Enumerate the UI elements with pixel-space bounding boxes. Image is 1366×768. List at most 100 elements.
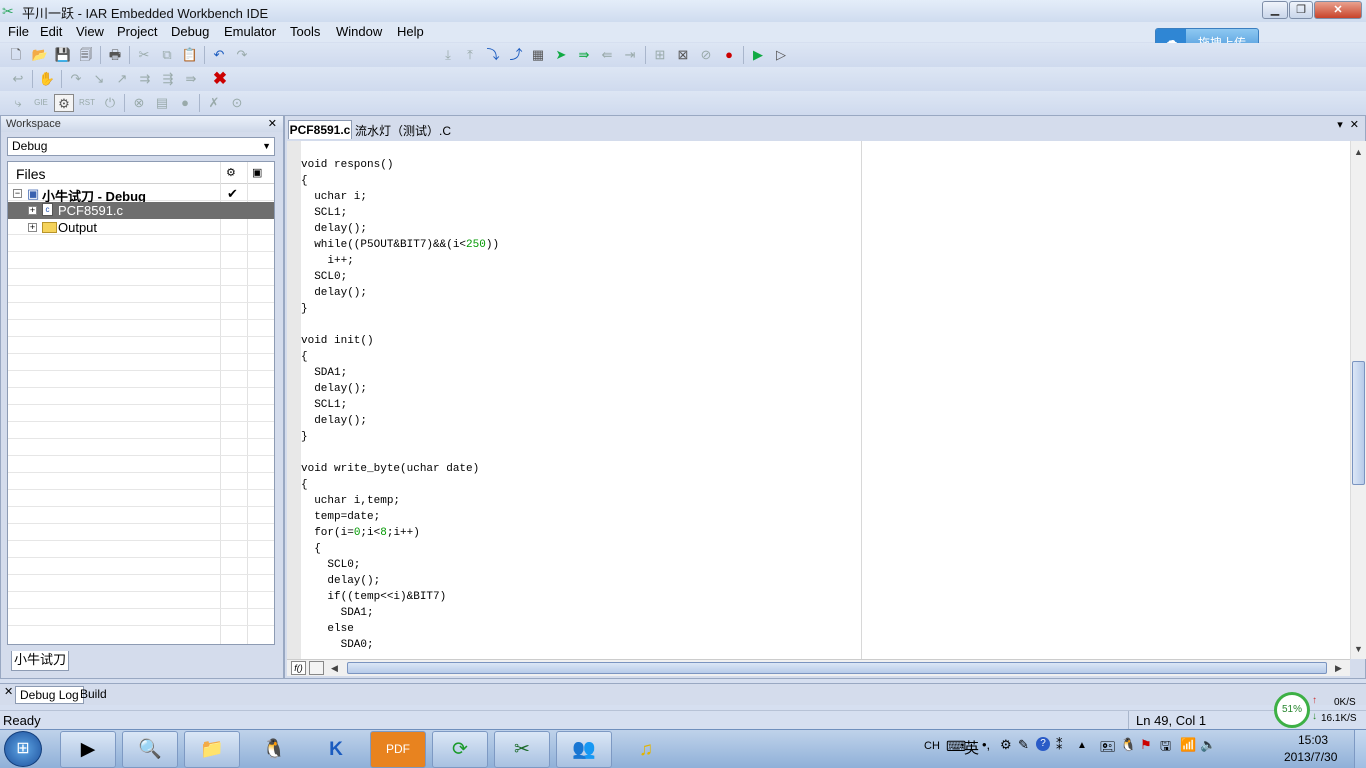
tab-build[interactable]: Build [80, 687, 107, 701]
code-line[interactable]: { [301, 349, 861, 365]
tab-pcf8591[interactable]: PCF8591.c [288, 120, 352, 139]
sequencer-icon[interactable]: ⊗ [129, 94, 149, 112]
music-icon[interactable]: ♫ [618, 731, 674, 768]
code-line[interactable]: for(i=0;i<8;i++) [301, 525, 861, 541]
scroll-down-icon[interactable]: ▼ [1354, 644, 1363, 654]
next-statement-icon[interactable]: ⇉ [135, 70, 155, 88]
close-icon[interactable]: ✕ [1350, 119, 1359, 131]
goto-bookmark-icon[interactable]: ⤒ [460, 46, 480, 64]
language-indicator[interactable]: CH [924, 740, 940, 752]
redo-icon[interactable]: ↷ [232, 46, 252, 64]
magnifier-icon[interactable]: 🔍 [122, 731, 178, 768]
code-line[interactable]: uchar i,temp; [301, 493, 861, 509]
menu-file[interactable]: File [8, 24, 29, 39]
gie-icon[interactable]: GIE [31, 94, 51, 112]
stop-debugging-icon[interactable]: ✖ [210, 70, 230, 88]
menu-tools[interactable]: Tools [290, 24, 320, 39]
print-icon[interactable]: 🖶 [105, 46, 125, 64]
tab-list-icon[interactable]: ▾ [1337, 119, 1343, 131]
code-line[interactable]: { [301, 173, 861, 189]
go-debug-icon[interactable]: ⇛ [181, 70, 201, 88]
reset-icon[interactable]: ↩ [8, 70, 28, 88]
make-icon[interactable]: ⊠ [673, 46, 693, 64]
close-icon[interactable]: ✕ [4, 685, 13, 698]
show-hidden-icons[interactable]: ▲ [1077, 740, 1087, 751]
clear-icon[interactable]: ✗ [204, 94, 224, 112]
scroll-left-icon[interactable]: ◀ [331, 663, 338, 674]
code-line[interactable]: void respons() [301, 157, 861, 173]
code-line[interactable]: void init() [301, 333, 861, 349]
code-line[interactable]: { [301, 541, 861, 557]
step-over-icon[interactable]: ↷ [66, 70, 86, 88]
next-icon[interactable]: ⇥ [620, 46, 640, 64]
step-into-icon[interactable]: ↘ [89, 70, 109, 88]
toggle-bookmark-icon[interactable]: ⤓ [438, 46, 458, 64]
code-line[interactable]: SCL1; [301, 205, 861, 221]
configuration-select[interactable]: Debug ▼ [7, 137, 275, 156]
settings-icon[interactable]: ⚙ [1000, 737, 1012, 753]
compile-icon[interactable]: ⊞ [650, 46, 670, 64]
code-line[interactable]: SDA1; [301, 365, 861, 381]
paste-icon[interactable]: 📋 [180, 46, 200, 64]
menu-help[interactable]: Help [397, 24, 424, 39]
horizontal-scroll-thumb[interactable] [347, 662, 1327, 674]
workspace-tab[interactable]: 小牛试刀 [11, 651, 69, 671]
pdf-icon[interactable]: PDF [370, 731, 426, 768]
minimize-button[interactable]: ▁ [1262, 1, 1288, 19]
code-line[interactable]: SDA0; [301, 637, 861, 653]
vertical-scroll-thumb[interactable] [1352, 361, 1365, 485]
code-line[interactable]: { [301, 477, 861, 493]
ime-tools-icon[interactable]: ✎ [1018, 737, 1029, 753]
volume-icon[interactable]: 🔈 [1200, 737, 1216, 753]
code-line[interactable]: i++; [301, 253, 861, 269]
menu-emulator[interactable]: Emulator [224, 24, 276, 39]
contacts-icon[interactable]: 👥 [556, 731, 612, 768]
menu-edit[interactable]: Edit [40, 24, 62, 39]
debug-without-download-icon[interactable]: ▷ [771, 46, 791, 64]
step-out-icon[interactable]: ↗ [112, 70, 132, 88]
clock-date[interactable]: 2013/7/30 [1284, 750, 1337, 764]
iar-app-icon[interactable]: ✂ [2, 3, 18, 19]
breakpoint-icon[interactable]: ● [175, 94, 195, 112]
code-line[interactable] [301, 445, 861, 461]
undo-icon[interactable]: ↶ [209, 46, 229, 64]
code-line[interactable]: } [301, 301, 861, 317]
go-icon[interactable]: ➤ [551, 46, 571, 64]
folder-row-output[interactable]: + Output [8, 219, 274, 236]
function-list-button[interactable]: f() [291, 661, 306, 675]
save-icon[interactable]: 💾 [53, 46, 73, 64]
network-icon[interactable]: 📶 [1180, 737, 1196, 753]
punctuation-icon[interactable]: •, [982, 737, 990, 752]
copy-icon[interactable]: ⧉ [157, 46, 177, 64]
toggle-breakpoint-icon[interactable]: ● [719, 46, 739, 64]
menu-project[interactable]: Project [117, 24, 157, 39]
new-file-icon[interactable]: 🗋 [6, 46, 26, 64]
clock-time[interactable]: 15:03 [1298, 733, 1328, 747]
run-to-cursor-icon[interactable]: ⇶ [158, 70, 178, 88]
refresh-icon[interactable]: ⟳ [432, 731, 488, 768]
code-line[interactable]: while((P5OUT&BIT7)&&(i<250)) [301, 237, 861, 253]
kuwo-icon[interactable]: K [308, 731, 364, 768]
close-icon[interactable]: ✕ [268, 116, 277, 132]
find-next-icon[interactable]: ⤵ [483, 46, 503, 64]
device-icon[interactable]: 🖭 [1100, 738, 1115, 760]
start-button[interactable]: ⊞ [4, 731, 42, 767]
code-line[interactable]: } [301, 429, 861, 445]
download-debug-icon[interactable]: ▶ [748, 46, 768, 64]
code-line[interactable]: void write_byte(uchar date) [301, 461, 861, 477]
code-line[interactable]: temp=date; [301, 509, 861, 525]
code-line[interactable]: SCL1; [301, 397, 861, 413]
close-window-button[interactable]: ✕ [1314, 1, 1362, 19]
template-icon[interactable]: ▦ [528, 46, 548, 64]
tab-liushuideng[interactable]: 流水灯（测试）.C [355, 122, 451, 139]
code-line[interactable]: uchar i; [301, 189, 861, 205]
code-line[interactable]: SDA1; [301, 605, 861, 621]
code-line[interactable]: delay(); [301, 221, 861, 237]
break-icon[interactable]: ✋ [37, 70, 57, 88]
file-explorer-icon[interactable]: 📁 [184, 731, 240, 768]
horizontal-scrollbar[interactable]: f() ◀ ▶ [287, 659, 1350, 676]
menu-debug[interactable]: Debug [171, 24, 209, 39]
network-gauge[interactable]: 51% [1274, 692, 1310, 728]
code-line[interactable]: delay(); [301, 413, 861, 429]
cut-icon[interactable]: ✂ [134, 46, 154, 64]
